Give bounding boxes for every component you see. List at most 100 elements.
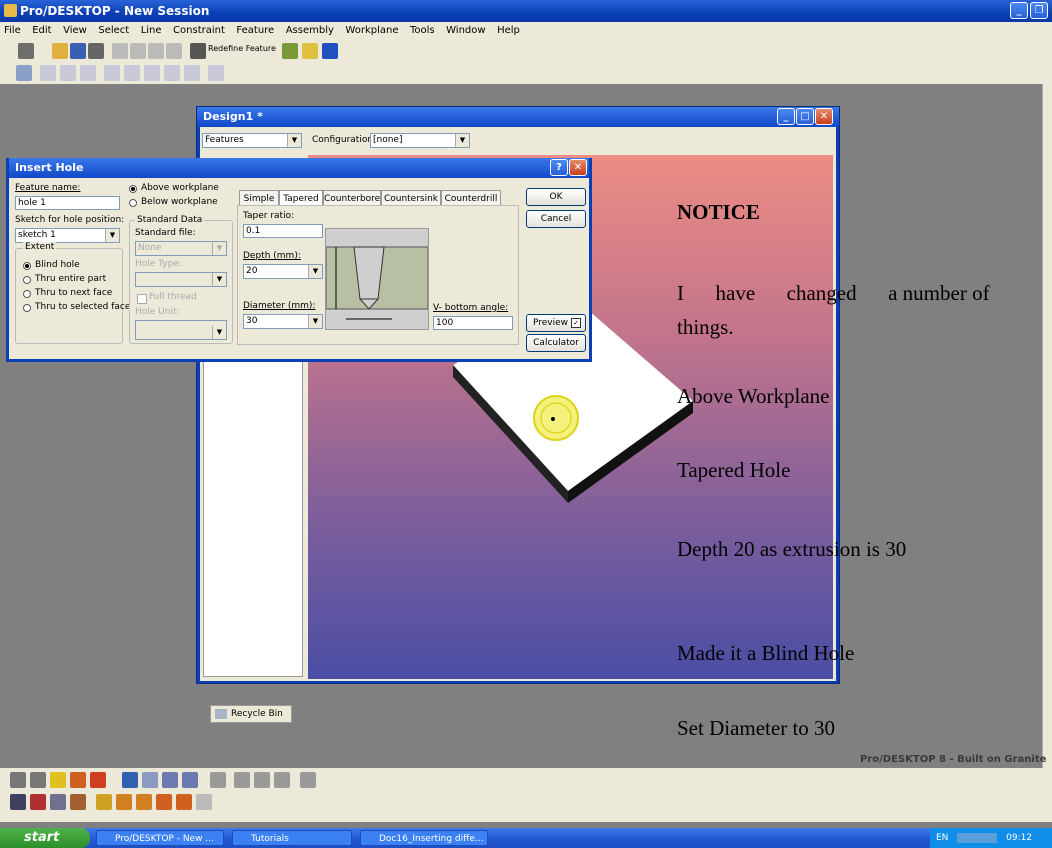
dialog-close-button[interactable]: ✕ [569, 159, 587, 176]
tab-simple[interactable]: Simple [239, 190, 279, 206]
assembly-icon[interactable] [30, 794, 46, 810]
copy-icon[interactable] [130, 43, 146, 59]
menu-workplane[interactable]: Workplane [341, 22, 402, 40]
feature-name-input[interactable]: hole 1 [15, 196, 120, 210]
loft-icon[interactable] [196, 794, 212, 810]
taper-ratio-input[interactable]: 0.1 [243, 224, 323, 238]
sketch-tool-icon[interactable] [16, 65, 32, 81]
taskbar-item-doc16[interactable]: Doc16_Inserting diffe... [360, 830, 488, 846]
menu-help[interactable]: Help [493, 22, 524, 40]
tab-countersink[interactable]: Countersink [381, 190, 441, 206]
tab-counterbore[interactable]: Counterbore [323, 190, 381, 206]
new-icon[interactable] [18, 43, 34, 59]
design-maximize-button[interactable]: □ [796, 108, 814, 125]
menu-window[interactable]: Window [442, 22, 489, 40]
forward-arrow-icon[interactable] [274, 772, 290, 788]
menu-file[interactable]: File [0, 22, 25, 40]
hole-type-select[interactable]: ▼ [135, 272, 227, 287]
fillet-icon[interactable] [136, 794, 152, 810]
back-arrow-icon[interactable] [234, 772, 250, 788]
diagonal-tool-icon[interactable] [80, 65, 96, 81]
below-workplane-radio[interactable] [129, 199, 137, 207]
left-right-arrow-icon[interactable] [254, 772, 270, 788]
taskbar-item-tutorials[interactable]: Tutorials [232, 830, 352, 846]
save-icon[interactable] [70, 43, 86, 59]
chamfer-icon[interactable] [116, 794, 132, 810]
hole-icon[interactable] [70, 794, 86, 810]
whats-this-icon[interactable] [322, 43, 338, 59]
mirror-tool-icon[interactable] [144, 65, 160, 81]
sketch-select[interactable]: sketch 1 ▼ [15, 228, 120, 243]
tab-tapered[interactable]: Tapered [279, 190, 323, 206]
line-tool-icon[interactable] [40, 65, 56, 81]
cut-icon[interactable] [112, 43, 128, 59]
undo-icon[interactable] [190, 43, 206, 59]
menu-view[interactable]: View [59, 22, 91, 40]
design-close-button[interactable]: ✕ [815, 108, 833, 125]
design-title-bar[interactable]: Design1 * _ □ ✕ [197, 107, 839, 127]
ok-button[interactable]: OK [526, 188, 586, 206]
redefine-feature-label[interactable]: Redefine Feature [208, 44, 276, 53]
recycle-bin[interactable]: Recycle Bin [210, 705, 292, 723]
diameter-input[interactable]: 30 ▼ [243, 314, 323, 329]
menu-constraint[interactable]: Constraint [169, 22, 229, 40]
zoom-fit-icon[interactable] [142, 772, 158, 788]
pattern-tool-icon[interactable] [124, 65, 140, 81]
menu-feature[interactable]: Feature [232, 22, 278, 40]
material-icon[interactable] [10, 794, 26, 810]
menu-line[interactable]: Line [137, 22, 166, 40]
delete-icon[interactable] [166, 43, 182, 59]
configuration-select[interactable]: [none] ▼ [370, 133, 470, 148]
minimize-button[interactable]: _ [1010, 2, 1028, 19]
design-minimize-button[interactable]: _ [777, 108, 795, 125]
preview-button[interactable]: Preview ✓ [526, 314, 586, 332]
spin-icon[interactable] [210, 772, 226, 788]
above-workplane-radio[interactable] [129, 185, 137, 193]
help-icon[interactable] [302, 43, 318, 59]
shell-icon[interactable] [96, 794, 112, 810]
thru-selected-face-radio[interactable] [23, 304, 31, 312]
language-indicator[interactable]: EN [936, 833, 948, 843]
constraint-icon[interactable] [50, 794, 66, 810]
standard-file-select[interactable]: None ▼ [135, 241, 227, 256]
open-icon[interactable] [52, 43, 68, 59]
menu-select[interactable]: Select [94, 22, 133, 40]
select-tool-icon[interactable] [208, 65, 224, 81]
dialog-help-button[interactable]: ? [550, 159, 568, 176]
cancel-button[interactable]: Cancel [526, 210, 586, 228]
smiley-icon[interactable] [300, 772, 316, 788]
taskbar-item-prodesktop[interactable]: Pro/DESKTOP - New ... [96, 830, 224, 846]
pattern-icon[interactable] [176, 794, 192, 810]
depth-input[interactable]: 20 ▼ [243, 264, 323, 279]
component-icon[interactable] [282, 43, 298, 59]
full-thread-checkbox[interactable] [137, 294, 147, 304]
menu-edit[interactable]: Edit [28, 22, 55, 40]
browser-mode-select[interactable]: Features ▼ [202, 133, 302, 148]
thru-entire-part-radio[interactable] [23, 276, 31, 284]
print-icon[interactable] [88, 43, 104, 59]
menu-assembly[interactable]: Assembly [282, 22, 338, 40]
tray-icons[interactable] [957, 832, 998, 843]
thru-next-face-radio[interactable] [23, 290, 31, 298]
draft-icon[interactable] [156, 794, 172, 810]
rectangle-tool-icon[interactable] [60, 65, 76, 81]
arc-tool-icon[interactable] [164, 65, 180, 81]
restore-button[interactable]: ❐ [1030, 2, 1048, 19]
calculator-button[interactable]: Calculator [526, 334, 586, 352]
circle-tool-icon[interactable] [104, 65, 120, 81]
preview-checkbox[interactable]: ✓ [571, 318, 581, 328]
view-rotate-icon[interactable] [10, 772, 26, 788]
feature-icon[interactable] [50, 772, 66, 788]
hole-unit-select[interactable]: ▼ [135, 320, 227, 340]
zoom-in-icon[interactable] [162, 772, 178, 788]
blind-hole-radio[interactable] [23, 262, 31, 270]
view-pan-icon[interactable] [30, 772, 46, 788]
paste-icon[interactable] [148, 43, 164, 59]
extrude-icon[interactable] [70, 772, 86, 788]
tab-counterdrill[interactable]: Counterdrill [441, 190, 501, 206]
zoom-box-icon[interactable] [122, 772, 138, 788]
start-button[interactable]: start [0, 828, 90, 848]
revolve-icon[interactable] [90, 772, 106, 788]
v-bottom-angle-input[interactable]: 100 [433, 316, 513, 330]
trim-tool-icon[interactable] [184, 65, 200, 81]
